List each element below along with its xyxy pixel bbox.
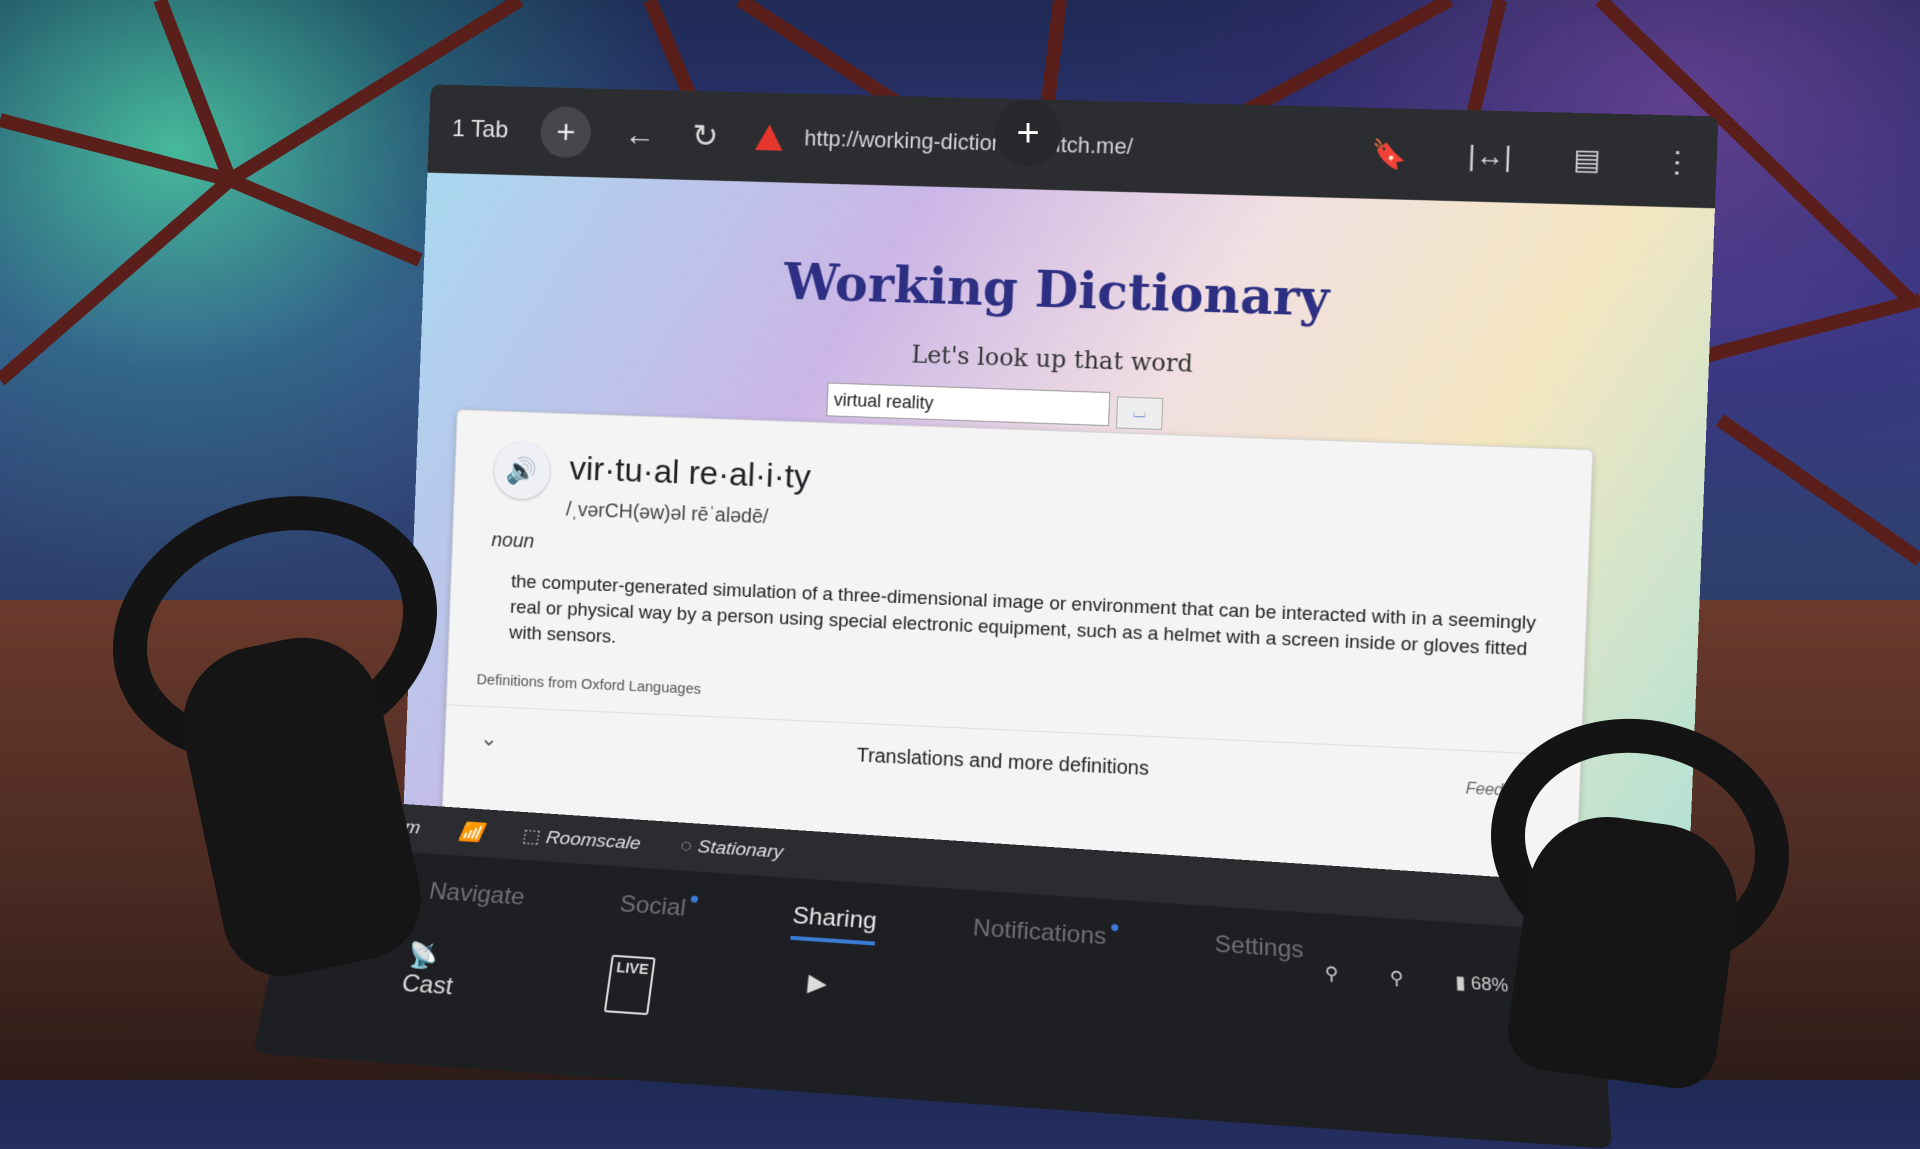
tab-sharing[interactable]: Sharing (790, 902, 877, 945)
search-button[interactable]: ⌴ (1116, 396, 1163, 430)
desktop-mode-icon[interactable]: ▤ (1573, 142, 1602, 176)
window-width-icon[interactable]: |↔| (1467, 140, 1512, 174)
warning-icon[interactable] (755, 124, 783, 150)
tab-social-label: Social (618, 891, 687, 922)
cast-label: Cast (400, 970, 455, 1001)
stationary-option[interactable]: ◌ Stationary (679, 836, 784, 864)
part-of-speech: noun (491, 529, 535, 553)
cast-option[interactable]: 📡 Cast (399, 941, 460, 1002)
tab-notifications[interactable]: Notifications (972, 915, 1119, 962)
battery-status: ▮ 68% (1455, 972, 1509, 997)
search-input[interactable] (826, 382, 1110, 426)
page-subtitle: Let's look up that word (421, 325, 1709, 396)
bookmark-icon[interactable]: 🔖 (1371, 137, 1408, 171)
definition-source[interactable]: Definitions from Oxford Languages (476, 671, 701, 698)
stationary-icon: ◌ (679, 836, 693, 857)
wifi-icon: 📶 (458, 820, 485, 844)
notifications-dot (1111, 924, 1118, 931)
tab-social[interactable]: Social (616, 891, 698, 933)
record-icon[interactable]: ▶ (804, 968, 829, 1027)
cast-icon: 📡 (405, 942, 440, 971)
roomscale-option[interactable]: ⬚ Roomscale (521, 825, 642, 855)
battery-percent: 68% (1470, 973, 1508, 996)
roomscale-icon: ⬚ (521, 826, 542, 847)
phonetic: /ˌvərCH(əw)əl rēˈalədē/ (566, 499, 769, 529)
url-bar[interactable]: http://working-dictionary.glitch.me/ (804, 126, 1372, 167)
toolbar-right-group: 🔖 |↔| ▤ ⋮ (1371, 137, 1693, 179)
tab-notifications-label: Notifications (972, 915, 1107, 951)
right-controller-icon: ⚲ (1390, 968, 1404, 990)
tab-navigate[interactable]: Navigate (425, 878, 526, 921)
social-notification-dot (691, 896, 699, 903)
new-tab-button[interactable]: + (540, 106, 592, 159)
back-arrow-icon[interactable]: ← (623, 115, 655, 152)
more-definitions-link[interactable]: Translations and more definitions (445, 726, 1580, 801)
stationary-label: Stationary (696, 837, 784, 863)
battery-icon: ▮ (1455, 972, 1466, 993)
reload-icon[interactable]: ↻ (691, 117, 719, 155)
tab-settings[interactable]: Settings (1214, 931, 1303, 975)
headword: vir·tu·al re·al·i·ty (569, 450, 812, 497)
sharing-options: 📡 Cast LIVE ▶ (399, 941, 828, 1027)
tab-count[interactable]: 1 Tab (452, 115, 509, 144)
definition-text: the computer-generated simulation of a t… (509, 569, 1537, 690)
left-controller-icon: ⚲ (1325, 963, 1339, 985)
page-title: Working Dictionary (423, 241, 1712, 340)
live-icon[interactable]: LIVE (604, 955, 656, 1016)
add-window-button[interactable]: + (995, 100, 1061, 166)
more-menu-icon[interactable]: ⋮ (1662, 144, 1692, 178)
speaker-icon[interactable]: 🔊 (493, 441, 551, 500)
roomscale-label: Roomscale (545, 827, 642, 853)
